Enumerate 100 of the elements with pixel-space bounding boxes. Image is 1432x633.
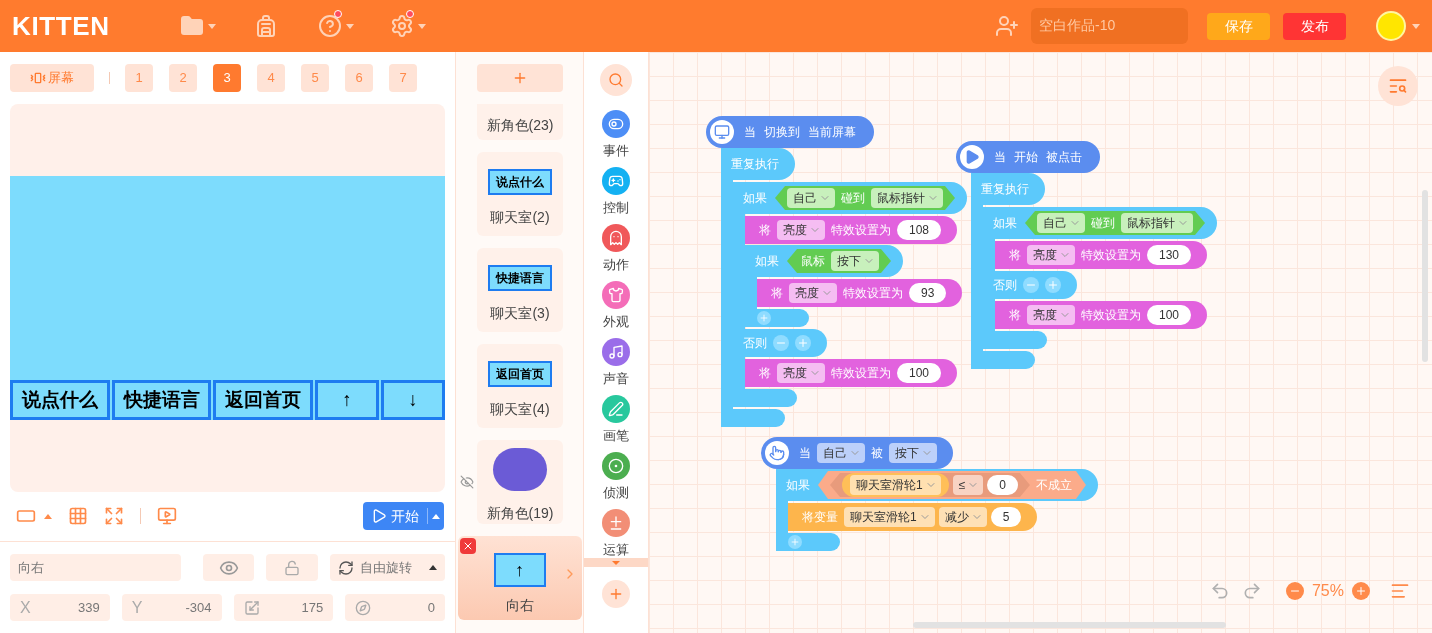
sprite-name-field[interactable]: 向右	[10, 554, 181, 581]
fullscreen-icon	[104, 506, 124, 526]
remove-branch-button[interactable]	[773, 335, 789, 351]
category-item[interactable]: 事件	[602, 110, 630, 157]
account-menu-button[interactable]	[1376, 11, 1420, 41]
block-dropdown[interactable]: ≤	[952, 475, 984, 495]
category-item[interactable]: 动作	[602, 224, 630, 271]
number-field[interactable]: 5	[990, 507, 1022, 527]
sprite-name: 聊天室(4)	[490, 399, 550, 419]
add-branch-button[interactable]	[1045, 277, 1061, 293]
number-field[interactable]: 108	[897, 220, 942, 240]
control-block-foot	[983, 331, 1047, 349]
size-field[interactable]: 175	[233, 594, 334, 621]
control-block-foot	[971, 351, 1035, 369]
block-dropdown[interactable]: 按下	[831, 251, 879, 271]
x-field[interactable]: X 339	[10, 594, 110, 621]
category-item[interactable]: 控制	[602, 167, 630, 214]
block-dropdown[interactable]: 自己	[817, 443, 865, 463]
rotation-mode-dropdown[interactable]: 自由旋转	[329, 554, 445, 581]
align-icon	[1390, 581, 1410, 601]
remove-branch-button[interactable]	[1023, 277, 1039, 293]
block-text: 被点击	[1045, 149, 1083, 166]
add-branch-button[interactable]	[757, 311, 771, 325]
category-item[interactable]: 画笔	[602, 395, 630, 442]
zoom-in-button[interactable]	[1352, 582, 1370, 600]
block-dropdown[interactable]: 亮度	[789, 283, 837, 303]
block-dropdown[interactable]: 自己	[787, 188, 835, 208]
block-text: 当	[993, 149, 1007, 166]
sprite-card[interactable]: 新角色(23)	[477, 104, 563, 140]
rotate-icon	[337, 559, 354, 576]
add-extension-button[interactable]	[602, 580, 630, 608]
category-item[interactable]: 运算	[602, 509, 630, 556]
game-button[interactable]: ↑	[315, 380, 379, 420]
block-text: 特效设置为	[1080, 247, 1142, 264]
block-dropdown[interactable]: 聊天室滑轮1	[850, 475, 941, 495]
settings-icon	[389, 14, 414, 38]
add-branch-button[interactable]	[788, 535, 802, 549]
game-button[interactable]: ↓	[381, 380, 445, 420]
sprite-name: 新角色(19)	[486, 504, 554, 523]
block-text: 当前屏幕	[807, 124, 857, 141]
search-button[interactable]	[600, 64, 632, 96]
game-button[interactable]: 说点什么	[10, 380, 110, 420]
fullscreen-button[interactable]	[104, 506, 124, 526]
game-button[interactable]: 快捷语言	[111, 380, 212, 420]
preview-button[interactable]	[157, 506, 177, 526]
number-field[interactable]: 100	[897, 363, 942, 383]
block-text: 如果	[755, 253, 780, 270]
invite-button[interactable]	[995, 14, 1019, 38]
block-dropdown[interactable]: 鼠标指针	[871, 188, 943, 208]
direction-icon	[355, 599, 372, 616]
lock-button[interactable]	[266, 554, 318, 581]
game-button[interactable]: 返回首页	[213, 380, 313, 420]
search-icon	[608, 72, 624, 88]
sprite-card[interactable]: 快捷语言 聊天室(3)	[477, 248, 563, 332]
category-item[interactable]: 侦测	[602, 452, 630, 499]
caret-icon	[44, 513, 52, 519]
preview-icon	[157, 506, 177, 526]
block-dropdown[interactable]: 鼠标指针	[1121, 213, 1193, 233]
block-dropdown[interactable]: 亮度	[777, 220, 825, 240]
visibility-button[interactable]	[203, 554, 255, 581]
number-field[interactable]: 100	[1147, 305, 1192, 325]
block-search-button[interactable]	[1378, 66, 1418, 106]
caret-icon	[345, 23, 354, 29]
block-dropdown[interactable]: 亮度	[777, 363, 825, 383]
block-dropdown[interactable]: 亮度	[1027, 305, 1075, 325]
file-menu-button[interactable]	[179, 14, 216, 38]
start-button[interactable]: 开始	[363, 502, 444, 530]
arrange-button[interactable]	[1390, 581, 1410, 601]
pointer-icon	[769, 445, 785, 461]
publish-button[interactable]: 发布	[1283, 12, 1346, 40]
add-branch-button[interactable]	[795, 335, 811, 351]
folder-icon	[179, 14, 204, 38]
zoom-out-button[interactable]	[1285, 582, 1304, 600]
block-text: 切换到	[763, 124, 801, 141]
y-field[interactable]: Y -304	[121, 594, 222, 621]
block-dropdown[interactable]: 自己	[1037, 213, 1085, 233]
grid-button[interactable]	[68, 506, 88, 526]
number-field[interactable]: 130	[1147, 245, 1192, 265]
category-item[interactable]: 声音	[602, 338, 630, 385]
category-item[interactable]: 外观	[602, 281, 630, 328]
sprite-card[interactable]: 新角色(19)	[477, 440, 563, 524]
block-text: 如果	[786, 477, 811, 494]
number-field[interactable]: 93	[909, 283, 947, 303]
direction-field[interactable]: 0	[345, 594, 445, 621]
delete-button[interactable]	[459, 538, 476, 554]
number-field[interactable]: 0	[987, 475, 1018, 495]
control-block-foot	[733, 389, 797, 407]
sprite-card[interactable]: 返回首页 聊天室(4)	[477, 344, 563, 428]
block-text: 当	[798, 445, 812, 462]
sprite-card[interactable]: ↑ 向右	[457, 536, 582, 620]
sprite-thumbnail: 说点什么	[488, 168, 552, 195]
caret-icon	[429, 565, 437, 570]
sprite-card[interactable]: 说点什么 聊天室(2)	[477, 152, 563, 236]
block-dropdown[interactable]: 减少	[938, 507, 987, 527]
block-dropdown[interactable]: 按下	[889, 443, 937, 463]
logo: KITTEN	[12, 9, 110, 43]
block-dropdown[interactable]: 亮度	[1027, 245, 1075, 265]
undo-button[interactable]	[1209, 581, 1230, 601]
caret-icon	[207, 23, 216, 29]
block-dropdown[interactable]: 聊天室滑轮1	[844, 507, 935, 527]
